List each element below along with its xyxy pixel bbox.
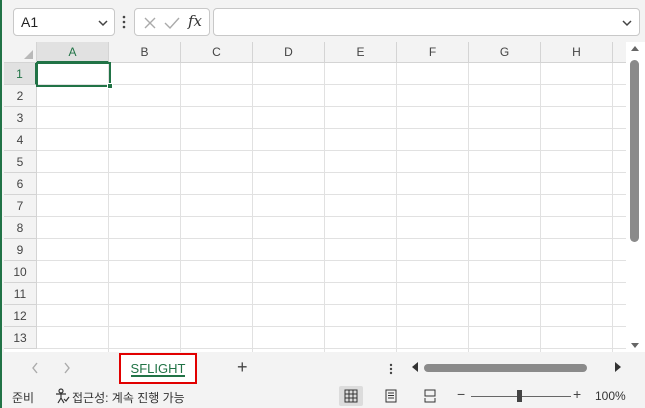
scroll-right-icon[interactable] xyxy=(615,362,621,372)
row-header[interactable]: 5 xyxy=(4,151,37,173)
name-box-value: A1 xyxy=(21,14,39,30)
row-header[interactable]: 4 xyxy=(4,129,37,151)
zoom-out-button[interactable]: − xyxy=(457,386,465,402)
formula-input[interactable] xyxy=(213,8,640,36)
row-header[interactable]: 12 xyxy=(4,305,37,327)
scroll-up-icon[interactable] xyxy=(631,46,639,51)
row-header[interactable]: 10 xyxy=(4,261,37,283)
cancel-icon[interactable] xyxy=(143,16,157,30)
accessibility-status[interactable]: 접근성: 계속 진행 가능 xyxy=(72,389,185,406)
row-header[interactable]: 9 xyxy=(4,239,37,261)
name-box[interactable]: A1 xyxy=(13,8,115,36)
row-header[interactable]: 7 xyxy=(4,195,37,217)
page-break-icon xyxy=(424,389,436,403)
scroll-left-icon[interactable] xyxy=(412,362,418,372)
column-header[interactable] xyxy=(613,42,626,63)
accessibility-icon[interactable] xyxy=(54,388,70,404)
page-layout-icon xyxy=(385,389,397,403)
page-layout-view-button[interactable] xyxy=(379,386,403,406)
column-header[interactable]: E xyxy=(325,42,397,63)
active-cell[interactable] xyxy=(36,62,113,89)
active-sheet-underline xyxy=(131,375,185,377)
row-header[interactable]: 13 xyxy=(4,327,37,349)
worksheet-grid: A B C D E F G H 1 2 3 4 5 6 7 8 9 10 11 … xyxy=(4,42,626,352)
column-header[interactable]: D xyxy=(253,42,325,63)
scroll-down-icon[interactable] xyxy=(631,343,639,348)
zoom-in-button[interactable]: + xyxy=(573,386,581,402)
sheet-tab-bar: SFLIGHT + xyxy=(4,352,645,384)
normal-view-icon xyxy=(344,389,358,403)
formula-bar: A1 fx xyxy=(4,0,645,42)
chevron-right-icon[interactable] xyxy=(62,361,72,375)
row-header[interactable]: 8 xyxy=(4,217,37,239)
more-vertical-icon[interactable] xyxy=(388,362,394,376)
row-header[interactable]: 6 xyxy=(4,173,37,195)
formula-buttons: fx xyxy=(134,8,210,36)
vertical-scroll-thumb[interactable] xyxy=(630,60,639,242)
zoom-slider-thumb[interactable] xyxy=(517,390,522,402)
excel-window: A1 fx A B C D E F G H 1 2 3 4 5 6 7 8 9 xyxy=(0,0,645,408)
page-break-view-button[interactable] xyxy=(418,386,442,406)
chevron-down-icon[interactable] xyxy=(621,17,633,29)
column-header[interactable]: C xyxy=(181,42,253,63)
horizontal-scroll-thumb[interactable] xyxy=(424,364,587,372)
row-header[interactable]: 3 xyxy=(4,107,37,129)
select-all-button[interactable] xyxy=(4,42,37,63)
row-header[interactable]: 2 xyxy=(4,85,37,107)
enter-icon[interactable] xyxy=(164,16,180,30)
add-sheet-button[interactable]: + xyxy=(237,357,248,378)
row-header[interactable]: 11 xyxy=(4,283,37,305)
row-header[interactable]: 1 xyxy=(4,63,37,85)
chevron-left-icon[interactable] xyxy=(30,361,40,375)
status-bar: 준비 접근성: 계속 진행 가능 − + 100% xyxy=(4,384,645,408)
vertical-scrollbar[interactable] xyxy=(626,42,645,352)
function-icon[interactable]: fx xyxy=(188,12,202,30)
sheet-tab[interactable]: SFLIGHT xyxy=(119,353,197,384)
column-header[interactable]: F xyxy=(397,42,469,63)
fill-handle[interactable] xyxy=(107,83,113,89)
column-header[interactable]: G xyxy=(469,42,541,63)
cell-area[interactable] xyxy=(37,63,626,352)
sheet-tab-label: SFLIGHT xyxy=(130,361,186,376)
column-header[interactable]: B xyxy=(109,42,181,63)
zoom-level[interactable]: 100% xyxy=(595,389,626,403)
chevron-down-icon[interactable] xyxy=(97,17,109,29)
ready-status: 준비 xyxy=(12,391,35,405)
more-vertical-icon[interactable] xyxy=(121,12,127,32)
normal-view-button[interactable] xyxy=(339,386,363,406)
column-header[interactable]: A xyxy=(37,42,109,63)
column-header[interactable]: H xyxy=(541,42,613,63)
